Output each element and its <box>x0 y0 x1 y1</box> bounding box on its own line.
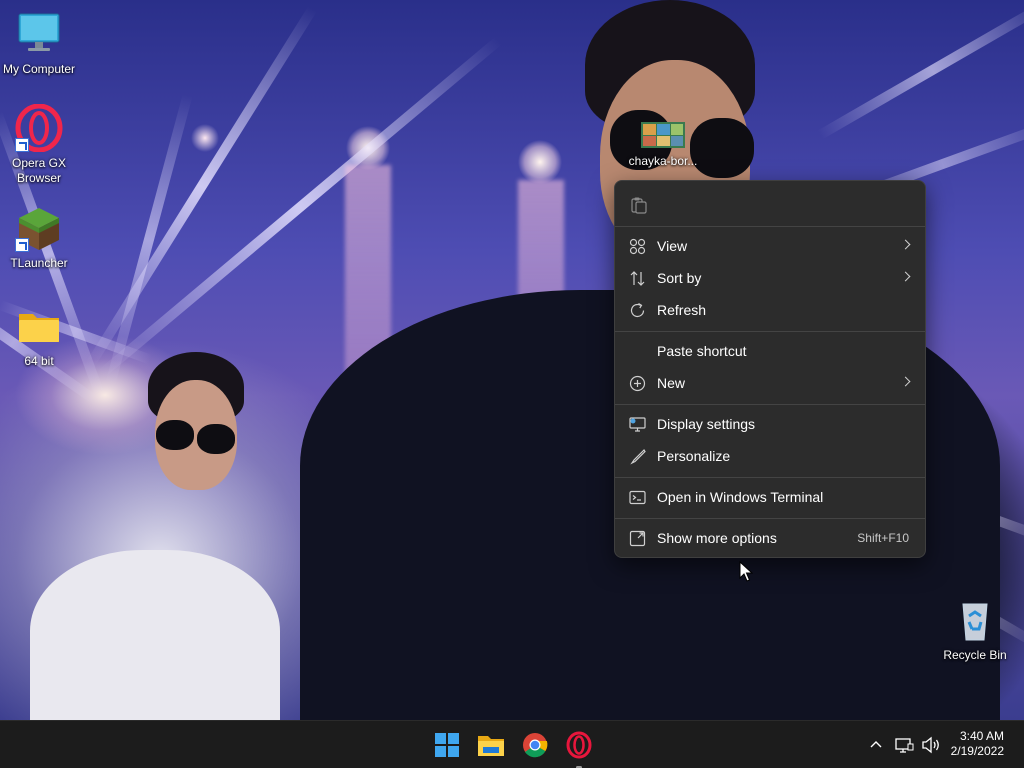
desktop-icon-chayka[interactable]: chayka-bor... <box>624 116 702 169</box>
menu-item-show-more-options[interactable]: Show more options Shift+F10 <box>619 523 921 553</box>
chrome-icon <box>523 733 548 758</box>
desktop-icon-label: My Computer <box>2 62 76 76</box>
grid-icon <box>629 238 646 255</box>
desktop-icon-label: 64 bit <box>24 354 54 368</box>
menu-item-label: Display settings <box>657 416 756 432</box>
menu-item-label: Paste shortcut <box>657 343 747 359</box>
desktop-icon-my-computer[interactable]: My Computer <box>0 10 78 77</box>
menu-item-label: New <box>657 375 686 391</box>
volume-icon[interactable] <box>920 735 942 755</box>
menu-separator <box>615 226 925 227</box>
menu-separator <box>615 331 925 332</box>
desktop-icon-64-bit[interactable]: 64 bit <box>0 302 78 369</box>
desktop-icon-label: chayka-bor... <box>628 154 698 168</box>
shortcut-arrow-icon <box>15 238 29 252</box>
menu-item-label: Open in Windows Terminal <box>657 489 824 505</box>
menu-item-view[interactable]: View <box>619 231 921 261</box>
taskbar-clock[interactable]: 3:40 AM 2/19/2022 <box>951 729 1004 759</box>
refresh-icon <box>630 302 645 318</box>
taskbar-chrome[interactable] <box>519 729 551 761</box>
desktop-icon-tlauncher[interactable]: TLauncher <box>0 204 78 271</box>
menu-item-label: Show more options <box>657 530 777 546</box>
plus-circle-icon <box>629 375 646 392</box>
menu-separator <box>615 477 925 478</box>
desktop-icon-label: TLauncher <box>10 256 68 270</box>
menu-item-label: Sort by <box>657 270 702 286</box>
menu-item-open-terminal[interactable]: Open in Windows Terminal <box>619 482 921 512</box>
sort-icon <box>630 271 645 286</box>
menu-separator <box>615 518 925 519</box>
network-icon[interactable] <box>894 735 914 755</box>
menu-item-new[interactable]: New <box>619 368 921 398</box>
desktop-icon-recycle-bin[interactable]: Recycle Bin <box>936 596 1014 663</box>
folder-icon <box>15 302 63 350</box>
taskbar-opera[interactable] <box>563 729 595 768</box>
desktop-icon-opera-gx[interactable]: Opera GX Browser <box>0 103 78 186</box>
start-button[interactable] <box>431 729 463 761</box>
taskbar-file-explorer[interactable] <box>475 729 507 761</box>
monitor-icon <box>15 10 63 58</box>
brush-icon <box>630 449 646 465</box>
system-tray <box>866 721 942 768</box>
menu-item-paste-shortcut[interactable]: Paste shortcut <box>619 336 921 366</box>
image-thumbnail-icon <box>639 116 687 150</box>
menu-item-label: View <box>657 238 688 254</box>
paste-icon <box>631 197 647 214</box>
desktop-context-menu: View Sort by Refresh Paste shortcut New <box>614 180 926 558</box>
display-settings-icon <box>629 417 646 432</box>
file-explorer-icon <box>478 736 504 756</box>
menu-item-refresh[interactable]: Refresh <box>619 295 921 325</box>
expand-icon <box>629 530 646 547</box>
start-icon <box>435 733 459 757</box>
opera-gx-icon <box>15 103 63 153</box>
clock-time: 3:40 AM <box>959 729 1004 743</box>
menu-item-shortcut: Shift+F10 <box>857 531 909 545</box>
chevron-right-icon <box>900 239 911 250</box>
chevron-up-icon[interactable] <box>866 735 886 755</box>
clock-date: 2/19/2022 <box>950 744 1004 758</box>
opera-icon <box>566 731 592 759</box>
menu-item-sort-by[interactable]: Sort by <box>619 263 921 293</box>
terminal-icon <box>629 490 646 505</box>
menu-item-label: Personalize <box>657 448 731 464</box>
minecraft-grass-block-icon <box>15 204 63 252</box>
chevron-right-icon <box>900 271 911 282</box>
menu-item-personalize[interactable]: Personalize <box>619 441 921 471</box>
recycle-bin-icon <box>951 596 999 644</box>
desktop-icon-label: Recycle Bin <box>943 648 1007 662</box>
chevron-right-icon <box>900 376 911 387</box>
taskbar: 3:40 AM 2/19/2022 <box>0 720 1024 768</box>
shortcut-arrow-icon <box>15 138 29 152</box>
menu-item-label: Refresh <box>657 302 707 318</box>
desktop-icon-label: Opera GX Browser <box>11 156 67 185</box>
menu-separator <box>615 404 925 405</box>
paste-button[interactable] <box>623 189 655 219</box>
menu-item-display-settings[interactable]: Display settings <box>619 409 921 439</box>
